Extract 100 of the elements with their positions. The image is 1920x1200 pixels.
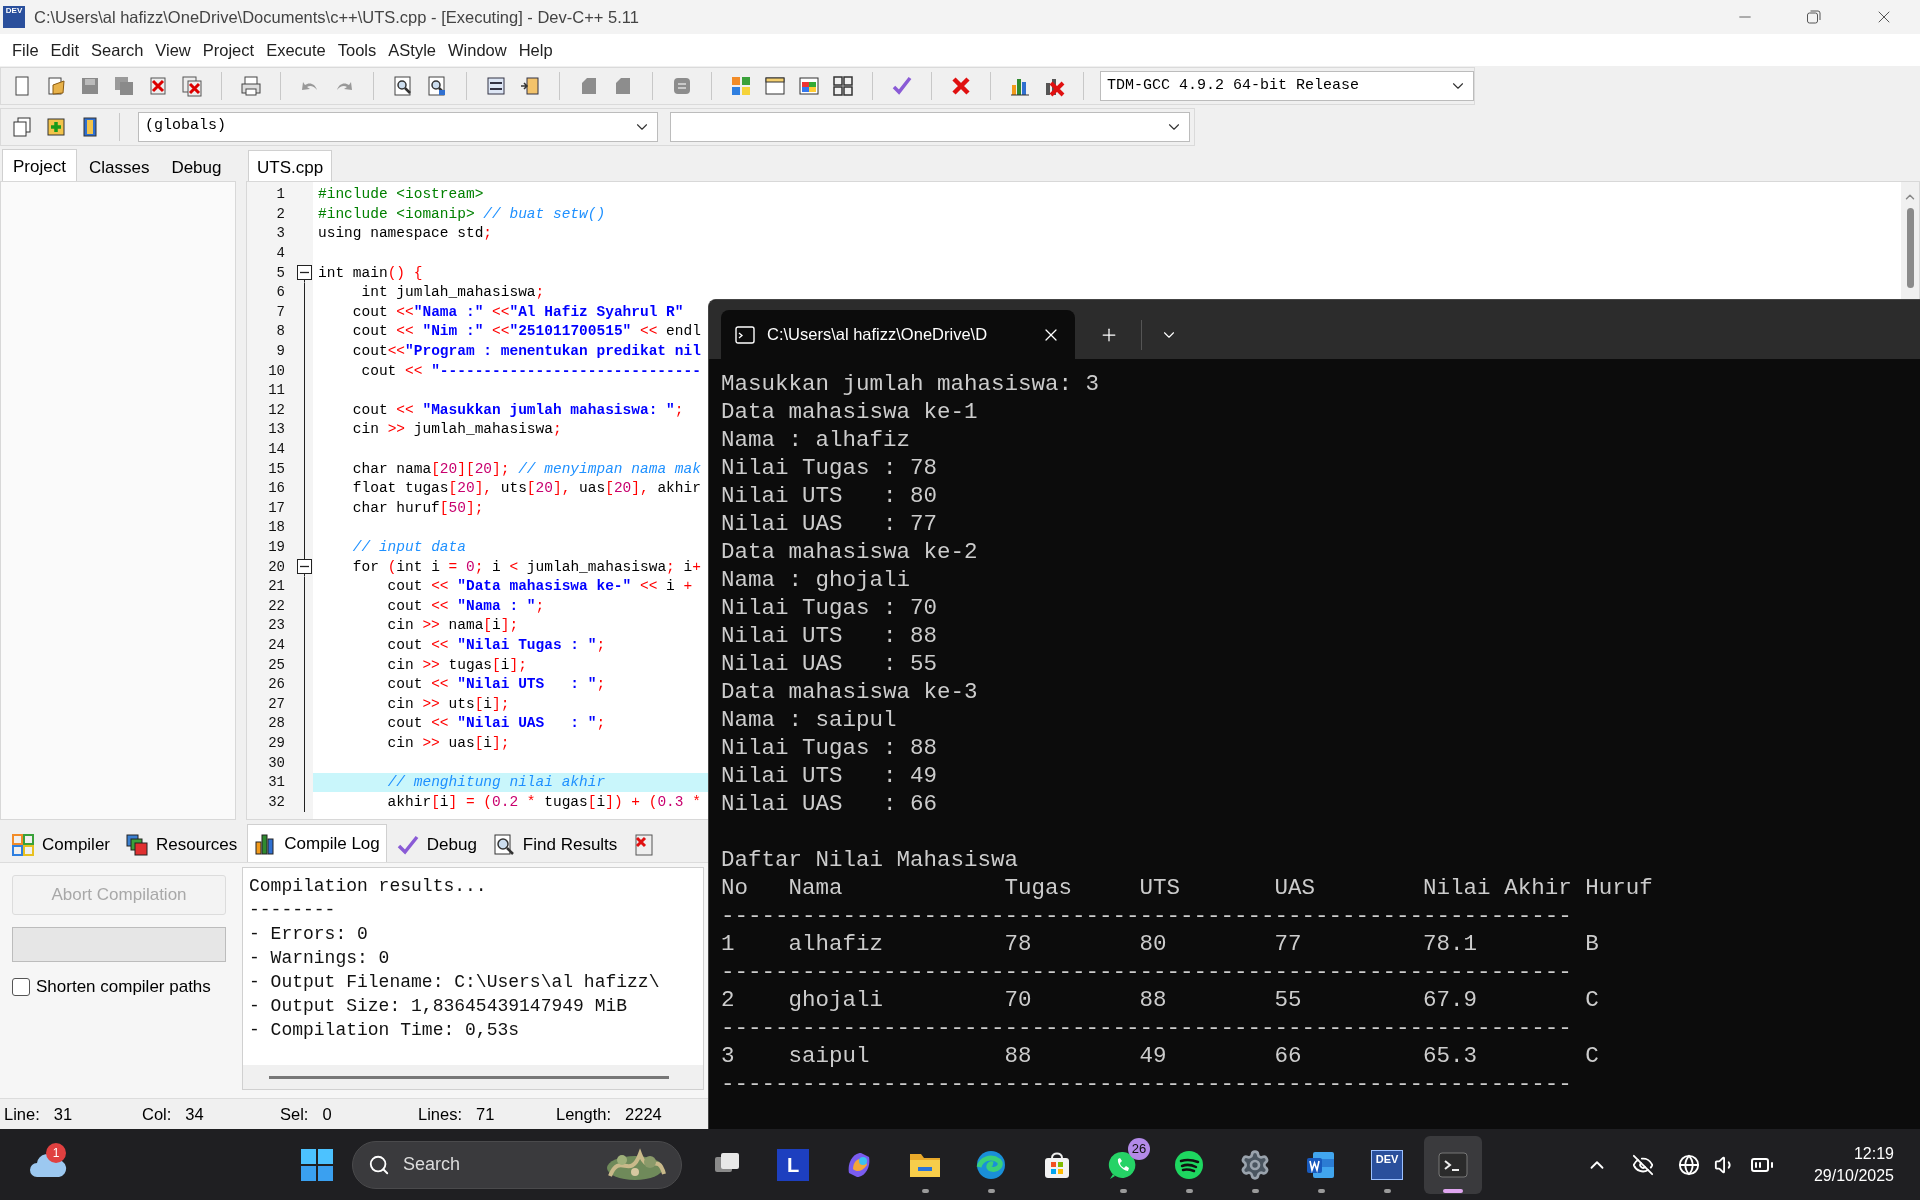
running-indicator xyxy=(1119,1188,1127,1193)
menu-item[interactable]: Search xyxy=(85,37,150,63)
menu-item[interactable]: AStyle xyxy=(382,37,442,63)
menu-item[interactable]: File xyxy=(6,37,45,63)
rebuild-icon[interactable] xyxy=(832,75,854,97)
console-line: 1 alhafiz 78 80 77 78.1 B xyxy=(721,930,1599,958)
line-number: 22 xyxy=(268,596,285,616)
compile-run-icon[interactable] xyxy=(798,75,820,97)
line-number: 27 xyxy=(268,694,285,714)
line-number: 19 xyxy=(268,538,285,557)
code-line: char huruf[50]; xyxy=(351,498,484,518)
code-line: cin >> tugas[i]; xyxy=(386,655,527,675)
window-icon[interactable] xyxy=(764,75,786,97)
status-value: 0 xyxy=(322,1103,332,1125)
replace-icon[interactable] xyxy=(426,75,448,97)
save-all-icon[interactable] xyxy=(113,75,135,97)
line-number: 2 xyxy=(276,204,285,224)
scope-dropdown[interactable]: (globals) xyxy=(138,111,658,142)
add-icon[interactable] xyxy=(45,115,67,138)
code-line: float tugas[20], uts[20], uas[20], akhir xyxy=(351,479,701,499)
log-line: Compilation results... xyxy=(249,875,487,898)
menu-item[interactable]: Execute xyxy=(260,37,332,63)
restore-icon[interactable] xyxy=(1806,9,1822,25)
open-file-icon[interactable] xyxy=(45,75,67,97)
windows-logo-icon[interactable] xyxy=(300,1147,334,1182)
indent-icon[interactable] xyxy=(485,75,507,97)
running-indicator xyxy=(921,1188,929,1193)
console-line: Nilai UTS : 88 xyxy=(721,622,938,650)
line-number: 11 xyxy=(268,381,285,401)
console-line: Data mahasiswa ke-3 xyxy=(721,678,978,706)
line-number: 15 xyxy=(268,459,285,479)
log-line: - Output Size: 1,83645439147949 MiB xyxy=(249,995,628,1018)
menu-item[interactable]: Help xyxy=(512,37,559,63)
compiler-dropdown[interactable]: TDM-GCC 4.9.2 64-bit Release xyxy=(1100,71,1474,101)
console-rule: --------------------------------------------------------------- xyxy=(721,958,1572,986)
compile-icon[interactable] xyxy=(730,75,752,97)
globe-icon[interactable] xyxy=(1677,1153,1700,1176)
code-line: cout << "Nilai UTS : "; xyxy=(386,675,606,695)
running-indicator xyxy=(1317,1188,1325,1193)
console-line: 2 ghojali 70 88 55 67.9 C xyxy=(721,986,1599,1014)
app-logo-icon[interactable]: DEV xyxy=(1371,1149,1403,1180)
menu-item[interactable]: Project xyxy=(196,37,261,63)
close-file-icon[interactable] xyxy=(147,75,169,97)
console-line: Nilai UAS : 77 xyxy=(721,510,938,538)
line-number: 4 xyxy=(276,244,285,264)
log-line: -------- xyxy=(249,899,336,922)
code-line: cout << "------------------------------ xyxy=(360,361,701,381)
code-line: #include <iomanip> // buat setw() xyxy=(318,204,606,224)
line-number: 13 xyxy=(268,420,285,440)
line-number: 10 xyxy=(268,361,285,381)
terminal-tab[interactable]: C:\Users\al hafizz\OneDrive\D xyxy=(721,310,1075,359)
console-line: Nilai Tugas : 70 xyxy=(721,594,938,622)
menu-item[interactable]: Tools xyxy=(331,37,383,63)
line-number: 30 xyxy=(268,753,285,773)
letter-app-icon[interactable]: L xyxy=(777,1148,809,1181)
gear-icon[interactable] xyxy=(1239,1148,1271,1181)
project-icon[interactable] xyxy=(11,115,33,138)
menu-item[interactable]: Window xyxy=(442,37,513,63)
console-line: Nilai UTS : 49 xyxy=(721,762,938,790)
line-number: 12 xyxy=(268,400,285,420)
scroll-thumb[interactable] xyxy=(269,1075,669,1079)
browser-icon[interactable] xyxy=(975,1148,1007,1181)
tab-title: C:\Users\al hafizz\OneDrive\D xyxy=(767,324,988,346)
code-line: cout << "Nilai UAS : "; xyxy=(386,714,606,734)
check-icon[interactable] xyxy=(891,75,913,97)
print-icon[interactable] xyxy=(240,75,262,97)
code-line: // menghitung nilai akhir xyxy=(386,773,606,793)
running-indicator xyxy=(1251,1188,1259,1193)
status-value: 71 xyxy=(476,1103,495,1125)
file-tab[interactable]: UTS.cpp xyxy=(248,150,333,181)
line-number: 31 xyxy=(268,773,285,793)
console-line: Nama : saipul xyxy=(721,706,897,734)
running-indicator xyxy=(1185,1188,1193,1193)
panel-tab[interactable]: Project xyxy=(2,149,77,181)
line-number: 5 xyxy=(276,263,285,283)
panel-tab[interactable]: Compile Log xyxy=(247,824,387,862)
terminal-icon[interactable] xyxy=(1437,1149,1469,1180)
save-icon[interactable] xyxy=(79,75,101,97)
unindent-icon[interactable] xyxy=(519,75,541,97)
console-line: Nilai Tugas : 78 xyxy=(721,454,938,482)
menu-item[interactable]: Edit xyxy=(44,37,86,63)
status-label: Lines: xyxy=(418,1103,463,1125)
menu-item[interactable]: View xyxy=(149,37,197,63)
code-line: cin >> uts[i]; xyxy=(386,694,510,714)
collapse-icon[interactable] xyxy=(297,557,312,577)
music-icon[interactable] xyxy=(1173,1148,1205,1181)
code-line: cout << "Nim :" <<"251011700515" << endl xyxy=(351,322,701,342)
comment-icon[interactable] xyxy=(671,75,693,97)
checkbox[interactable] xyxy=(12,977,30,996)
collapse-icon[interactable] xyxy=(297,263,312,283)
close-all-icon[interactable] xyxy=(181,75,203,97)
code-line: // input data xyxy=(351,538,466,557)
scroll-thumb[interactable] xyxy=(1906,208,1914,288)
line-number: 28 xyxy=(268,714,285,734)
close-file-icon xyxy=(633,834,656,856)
log-line: - Output Filename: C:\Users\al hafizz\ xyxy=(249,971,660,994)
stop-icon[interactable] xyxy=(950,75,972,97)
status-label: Length: xyxy=(556,1103,612,1125)
eye-off-icon[interactable] xyxy=(1631,1153,1654,1176)
find-icon[interactable] xyxy=(392,75,414,97)
